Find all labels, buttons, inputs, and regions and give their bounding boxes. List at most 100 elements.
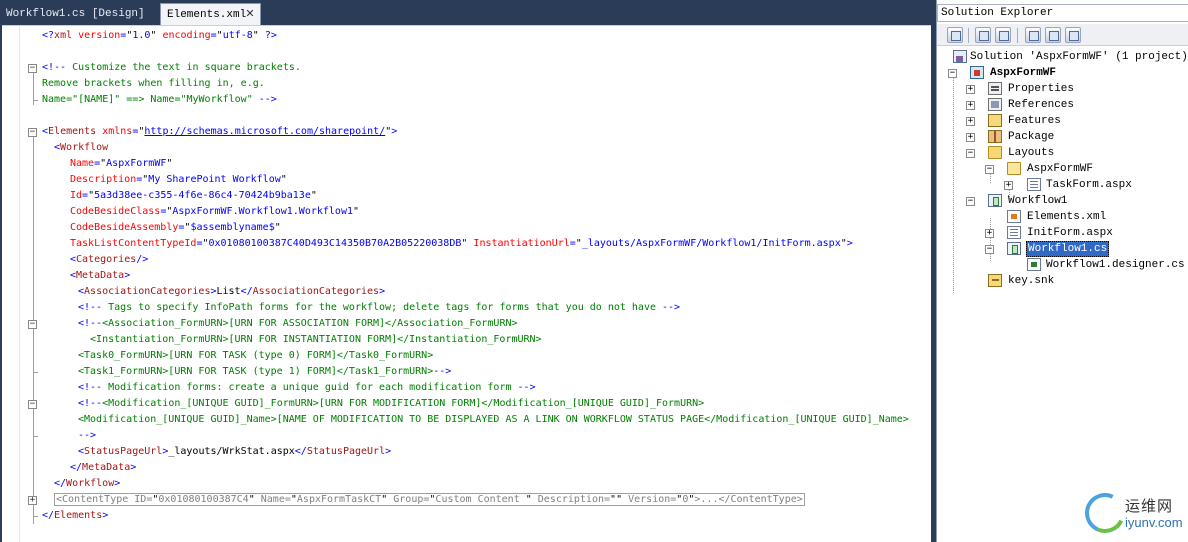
package-icon	[988, 130, 1002, 143]
features-icon	[988, 114, 1002, 127]
code-token: <!--	[78, 318, 103, 329]
outline-expand-icon[interactable]: +	[28, 496, 37, 505]
tree-taskform-aspx[interactable]: + TaskForm.aspx	[937, 177, 1188, 193]
tree-solution[interactable]: Solution 'AspxFormWF' (1 project)	[937, 49, 1188, 65]
view-class-diagram-icon[interactable]	[1065, 27, 1081, 43]
tree-elements-xml[interactable]: Elements.xml	[937, 209, 1188, 225]
code-token: />	[136, 254, 149, 265]
outlining-margin: − − − − +	[28, 26, 40, 542]
tab-elements-xml[interactable]: Elements.xml ✕	[160, 3, 261, 25]
solution-tree: Solution 'AspxFormWF' (1 project) − Aspx…	[937, 46, 1188, 542]
code-token: <!--	[78, 382, 103, 393]
toolbar-separator	[968, 28, 969, 43]
logo-swoosh-icon	[1079, 487, 1131, 539]
code-line: <Instantiation_FormURN>[URN FOR INSTANTI…	[78, 332, 542, 348]
view-designer-icon[interactable]	[1045, 27, 1061, 43]
watermark-cn: 运维网	[1125, 497, 1174, 515]
tree-label: Workflow1	[1008, 195, 1068, 207]
show-all-files-icon[interactable]	[975, 27, 991, 43]
tree-designer-cs[interactable]: Workflow1.designer.cs	[937, 257, 1188, 273]
expand-icon[interactable]: +	[966, 101, 975, 110]
code-token: -->	[517, 382, 536, 393]
outline-collapse-icon[interactable]: −	[28, 64, 37, 73]
code-line: CodeBesideClass="AspxFormWF.Workflow1.Wo…	[70, 204, 359, 220]
tree-layouts[interactable]: − Layouts	[937, 145, 1188, 161]
code-token: ContentType	[62, 494, 129, 505]
expand-icon[interactable]: +	[966, 85, 975, 94]
code-token: <Modification_[UNIQUE GUID]_FormURN>[URN…	[102, 398, 705, 409]
tree-features[interactable]: + Features	[937, 113, 1188, 129]
collapse-icon[interactable]: −	[966, 149, 975, 158]
properties-button-icon[interactable]	[947, 27, 963, 43]
outline-end-tick	[33, 100, 38, 101]
expand-icon[interactable]: +	[966, 117, 975, 126]
collapse-icon[interactable]: −	[966, 197, 975, 206]
code-token: TaskListContentTypeId	[70, 238, 197, 249]
outline-collapse-icon[interactable]: −	[28, 400, 37, 409]
code-token: xml	[54, 30, 73, 41]
tree-label: Workflow1.designer.cs	[1046, 259, 1185, 271]
code-token: Tags to specify InfoPath forms for the w…	[102, 302, 663, 313]
aspx-file-icon	[1027, 178, 1041, 191]
tree-project[interactable]: − AspxFormWF	[937, 65, 1188, 81]
xml-code-editor[interactable]: − − − − + <?xml version="1.0" encoding="utf-…	[2, 25, 931, 542]
expand-icon[interactable]: +	[1004, 181, 1013, 190]
code-line: <Workflow	[54, 140, 108, 156]
code-line: <Categories/>	[70, 252, 148, 268]
code-line: <!-- Tags to specify InfoPath forms for …	[78, 300, 680, 316]
outline-collapse-icon[interactable]: −	[28, 320, 37, 329]
code-token: AspxFormWF	[106, 158, 167, 169]
code-token: >	[379, 286, 386, 297]
collapse-icon[interactable]: −	[985, 165, 994, 174]
code-token: >	[124, 270, 131, 281]
code-line: </MetaData>	[70, 460, 136, 476]
code-token: <?	[42, 30, 55, 41]
code-token: Description	[531, 494, 605, 505]
close-tab-icon[interactable]: ✕	[244, 9, 256, 21]
folder-open-icon	[1007, 162, 1021, 175]
code-token: _layouts/AspxFormWF/Workflow1/InitForm.a…	[581, 238, 841, 249]
tree-package[interactable]: + Package	[937, 129, 1188, 145]
tree-label: TaskForm.aspx	[1046, 179, 1132, 191]
code-token: Customize the text in square brackets.	[66, 62, 301, 73]
code-token: ""	[610, 494, 623, 505]
tab-workflow1-design[interactable]: Workflow1.cs [Design]	[0, 3, 150, 25]
code-token: Group	[387, 494, 424, 505]
expand-icon[interactable]: +	[985, 229, 994, 238]
tree-key-snk[interactable]: key.snk	[937, 273, 1188, 289]
tree-workflow1-cs[interactable]: − Workflow1.cs	[937, 241, 1188, 257]
code-token: -->	[433, 366, 452, 377]
tree-label: Package	[1008, 131, 1055, 143]
refresh-icon[interactable]	[995, 27, 1011, 43]
tree-label: Features	[1008, 115, 1061, 127]
code-token: Categories	[76, 254, 137, 265]
properties-icon	[988, 82, 1002, 95]
tree-initform-aspx[interactable]: + InitForm.aspx	[937, 225, 1188, 241]
code-token: Name	[70, 158, 95, 169]
tree-properties[interactable]: + Properties	[937, 81, 1188, 97]
tree-references[interactable]: + References	[937, 97, 1188, 113]
solution-icon	[953, 50, 967, 63]
code-token: ContentType	[730, 494, 797, 505]
code-token: -->	[258, 94, 277, 105]
tree-workflow1[interactable]: − Workflow1	[937, 193, 1188, 209]
solution-explorer-title: Solution Explorer	[937, 4, 1188, 22]
watermark-logo: 运维网 iyunv.com	[1079, 485, 1188, 542]
code-token: "	[310, 190, 317, 201]
code-line: <Elements xmlns="http://schemas.microsof…	[42, 124, 397, 140]
view-code-icon[interactable]	[1025, 27, 1041, 43]
layouts-folder-icon	[988, 146, 1002, 159]
code-token: Workflow	[60, 142, 109, 153]
expand-icon[interactable]: +	[966, 133, 975, 142]
collapse-icon[interactable]: −	[985, 245, 994, 254]
code-token: ID	[128, 494, 147, 505]
code-line: <!--<Association_FormURN>[URN FOR ASSOCI…	[78, 316, 518, 332]
xmlns-link[interactable]: http://schemas.microsoft.com/sharepoint/	[144, 126, 385, 137]
outline-collapse-icon[interactable]: −	[28, 128, 37, 137]
code-token: >	[385, 446, 392, 457]
outline-end-tick	[33, 436, 38, 437]
collapse-icon[interactable]: −	[948, 69, 957, 78]
collapsed-region[interactable]: <ContentType ID="0x01080100387C4" Name="…	[54, 493, 805, 506]
indicator-margin	[2, 26, 20, 542]
tree-layouts-aspxformwf[interactable]: − AspxFormWF	[937, 161, 1188, 177]
